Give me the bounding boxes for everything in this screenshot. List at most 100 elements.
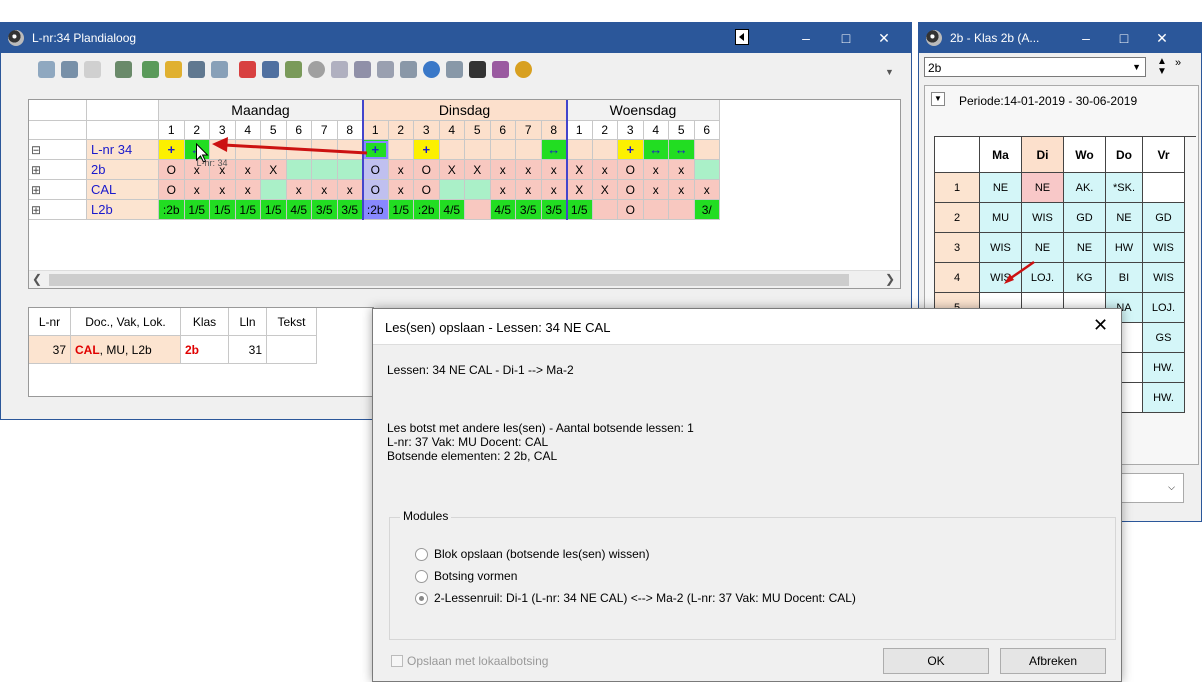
radio-blok-opslaan[interactable] [415, 548, 428, 561]
plandialoog-titlebar[interactable]: L-nr:34 Plandialoog [1, 23, 911, 53]
day-col-header[interactable]: Vr [1143, 137, 1185, 173]
horizontal-scrollbar[interactable]: ❮ ❯ [29, 270, 900, 288]
scroll-thumb[interactable] [49, 274, 849, 286]
drag-arrow-side [1004, 260, 1035, 284]
period-label[interactable]: 2 [935, 203, 980, 233]
col-header-tekst: Tekst [267, 308, 317, 336]
lock-icon[interactable] [165, 61, 182, 78]
klas-lesson-cell[interactable]: NE [980, 173, 1022, 203]
day-col-header[interactable]: Do [1106, 137, 1143, 173]
klas-lesson-cell[interactable]: MU [980, 203, 1022, 233]
save-lessons-dialog: Les(sen) opslaan - Lessen: 34 NE CAL ✕ L… [372, 308, 1122, 682]
periode-dropdown-icon[interactable]: ▼ [931, 92, 945, 106]
plan-icon[interactable] [142, 61, 159, 78]
filter-icon[interactable] [262, 61, 279, 78]
ok-button[interactable]: OK [883, 648, 989, 674]
maximize-button[interactable]: □ [829, 23, 863, 53]
clock-icon[interactable] [308, 61, 325, 78]
klas-lesson-cell[interactable]: KG [1064, 263, 1106, 293]
calculator-icon[interactable] [446, 61, 463, 78]
checkbox-lokaalbotsing[interactable] [391, 655, 403, 667]
untis-app-icon [8, 30, 24, 46]
klas-select-value: 2b [928, 61, 942, 75]
minimize-button[interactable]: – [789, 23, 823, 53]
option-lessenruil[interactable]: 2-Lessenruil: Di-1 (L-nr: 34 NE CAL) <--… [434, 591, 856, 605]
checkbox-lokaalbotsing-label[interactable]: Opslaan met lokaalbotsing [407, 654, 548, 668]
klas-close-button[interactable]: ✕ [1145, 23, 1179, 53]
klas-lesson-cell[interactable]: WIS [1143, 233, 1185, 263]
row-lln[interactable]: 31 [229, 336, 267, 364]
row-klas[interactable]: 2b [181, 336, 229, 364]
period-label[interactable]: 3 [935, 233, 980, 263]
group-icon[interactable] [188, 61, 205, 78]
gear-icon[interactable] [515, 61, 532, 78]
klas-lesson-cell[interactable]: NE [1106, 203, 1143, 233]
radio-lessenruil[interactable] [415, 592, 428, 605]
klas-lesson-cell[interactable]: BI [1106, 263, 1143, 293]
lesson-card-icon[interactable] [61, 61, 78, 78]
graduation-cap-icon[interactable] [469, 61, 486, 78]
period-label[interactable]: 1 [935, 173, 980, 203]
klas-lesson-cell[interactable]: NE [1064, 233, 1106, 263]
day-col-header[interactable]: Ma [980, 137, 1022, 173]
dialog-header[interactable]: Les(sen) opslaan - Lessen: 34 NE CAL ✕ [373, 309, 1121, 345]
row-lnr[interactable]: 37 [29, 336, 71, 364]
dialog-close-icon[interactable]: ✕ [1093, 315, 1108, 336]
scroll-right-icon[interactable]: ❯ [885, 272, 895, 286]
drag-arrow [196, 137, 368, 163]
klas-lesson-cell[interactable] [1143, 173, 1185, 203]
spinner-icon[interactable]: ▲ ▼ [1157, 57, 1167, 77]
list-icon[interactable] [377, 61, 394, 78]
klas-lesson-cell[interactable]: GS [1143, 323, 1185, 353]
day-col-header[interactable]: Wo [1064, 137, 1106, 173]
lesson-detail-table: L-nr Doc., Vak, Lok. Klas Lln Tekst 37 C… [28, 307, 374, 397]
overflow-icon[interactable]: » [1175, 57, 1181, 69]
export-icon[interactable] [115, 61, 132, 78]
klas-lesson-cell[interactable]: GD [1143, 203, 1185, 233]
klas-minimize-button[interactable]: – [1069, 23, 1103, 53]
klas-lesson-cell[interactable]: WIS [1143, 263, 1185, 293]
option-blok-opslaan[interactable]: Blok opslaan (botsende les(sen) wissen) [434, 547, 649, 561]
klas-lesson-cell[interactable]: AK. [1064, 173, 1106, 203]
refresh-icon[interactable] [423, 61, 440, 78]
radio-botsing-vormen[interactable] [415, 570, 428, 583]
untis-app-icon-2 [926, 30, 942, 46]
klas-lesson-cell[interactable]: LOJ. [1143, 293, 1185, 323]
modules-group-label: Modules [400, 509, 452, 523]
search-icon[interactable] [239, 61, 256, 78]
klas-lesson-cell[interactable]: WIS [1022, 203, 1064, 233]
klas-select[interactable]: 2b ▼ [924, 57, 1146, 77]
scroll-left-icon[interactable]: ❮ [32, 272, 42, 286]
col-header-lln: Lln [229, 308, 267, 336]
klas-lesson-cell[interactable]: *SK. [1106, 173, 1143, 203]
rooms-icon[interactable] [285, 61, 302, 78]
period-label[interactable]: 4 [935, 263, 980, 293]
row-doc: CAL [75, 342, 100, 357]
day-col-header[interactable]: Di [1022, 137, 1064, 173]
toolbar-overflow-icon[interactable]: ▼ [885, 67, 894, 77]
delete-list-icon[interactable] [354, 61, 371, 78]
dock-marker-icon[interactable] [735, 29, 749, 45]
close-button[interactable]: ✕ [867, 23, 901, 53]
window-title: L-nr:34 Plandialoog [32, 31, 137, 45]
pin-icon[interactable] [84, 61, 101, 78]
list-check-icon[interactable] [400, 61, 417, 78]
swap-icon[interactable] [211, 61, 228, 78]
klas-lesson-cell[interactable]: GD [1064, 203, 1106, 233]
row-tekst[interactable] [267, 336, 317, 364]
klas-lesson-cell[interactable]: HW [1106, 233, 1143, 263]
cancel-button[interactable]: Afbreken [1000, 648, 1106, 674]
paint-icon[interactable] [492, 61, 509, 78]
option-botsing-vormen[interactable]: Botsing vormen [434, 569, 517, 583]
dialog-line-lnr: L-nr: 37 Vak: MU Docent: CAL [387, 435, 549, 449]
klas-lesson-cell[interactable]: HW. [1143, 353, 1185, 383]
klas-lesson-cell[interactable]: HW. [1143, 383, 1185, 413]
lesson-view-icon[interactable] [38, 61, 55, 78]
dialog-line-lessen: Lessen: 34 NE CAL - Di-1 --> Ma-2 [387, 363, 574, 377]
day-col-header[interactable] [935, 137, 980, 173]
teacher-icon[interactable] [331, 61, 348, 78]
chevron-down-icon: ▼ [1132, 62, 1141, 72]
klas-lesson-cell[interactable]: NE [1022, 173, 1064, 203]
klas-maximize-button[interactable]: □ [1107, 23, 1141, 53]
row-doc-vak-lok[interactable]: CAL, MU, L2b [71, 336, 181, 364]
